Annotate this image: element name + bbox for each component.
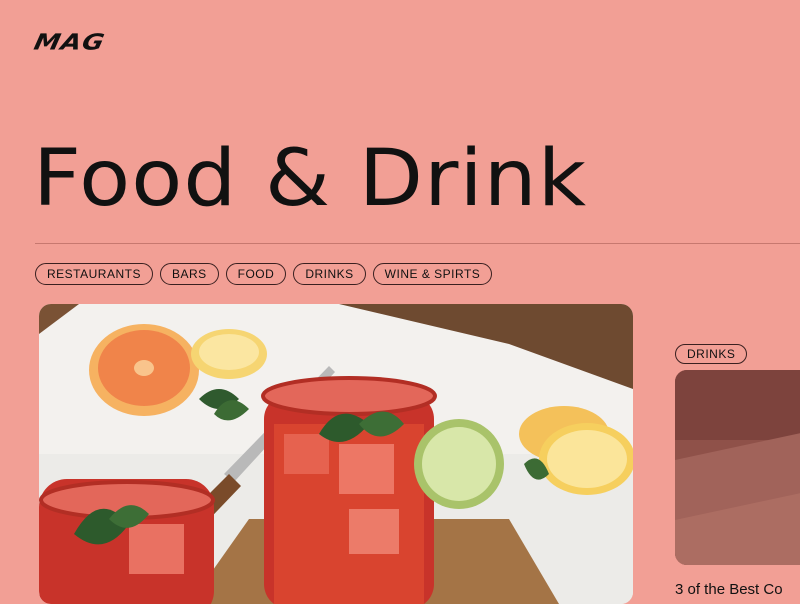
logo[interactable]: MAG <box>32 30 108 56</box>
filter-chip-food[interactable]: FOOD <box>225 263 287 285</box>
featured-article-image[interactable] <box>39 304 633 604</box>
side-article-tag[interactable]: DRINKS <box>675 344 748 364</box>
filter-chip-drinks[interactable]: DRINKS <box>293 263 366 285</box>
filter-chip-restaurants[interactable]: RESTAURANTS <box>35 263 153 285</box>
side-article-card[interactable]: DRINKS 3 of the Best Co <box>675 340 800 600</box>
page-title: Food & Drink <box>33 134 588 224</box>
filter-chip-wine-spirits[interactable]: WINE & SPIRTS <box>372 263 493 285</box>
category-filters: RESTAURANTS BARS FOOD DRINKS WINE & SPIR… <box>35 263 493 285</box>
side-article-image[interactable] <box>675 370 800 565</box>
card-notch <box>751 340 800 370</box>
divider <box>35 243 800 244</box>
side-article-title[interactable]: 3 of the Best Co <box>675 581 783 598</box>
filter-chip-bars[interactable]: BARS <box>159 263 219 285</box>
